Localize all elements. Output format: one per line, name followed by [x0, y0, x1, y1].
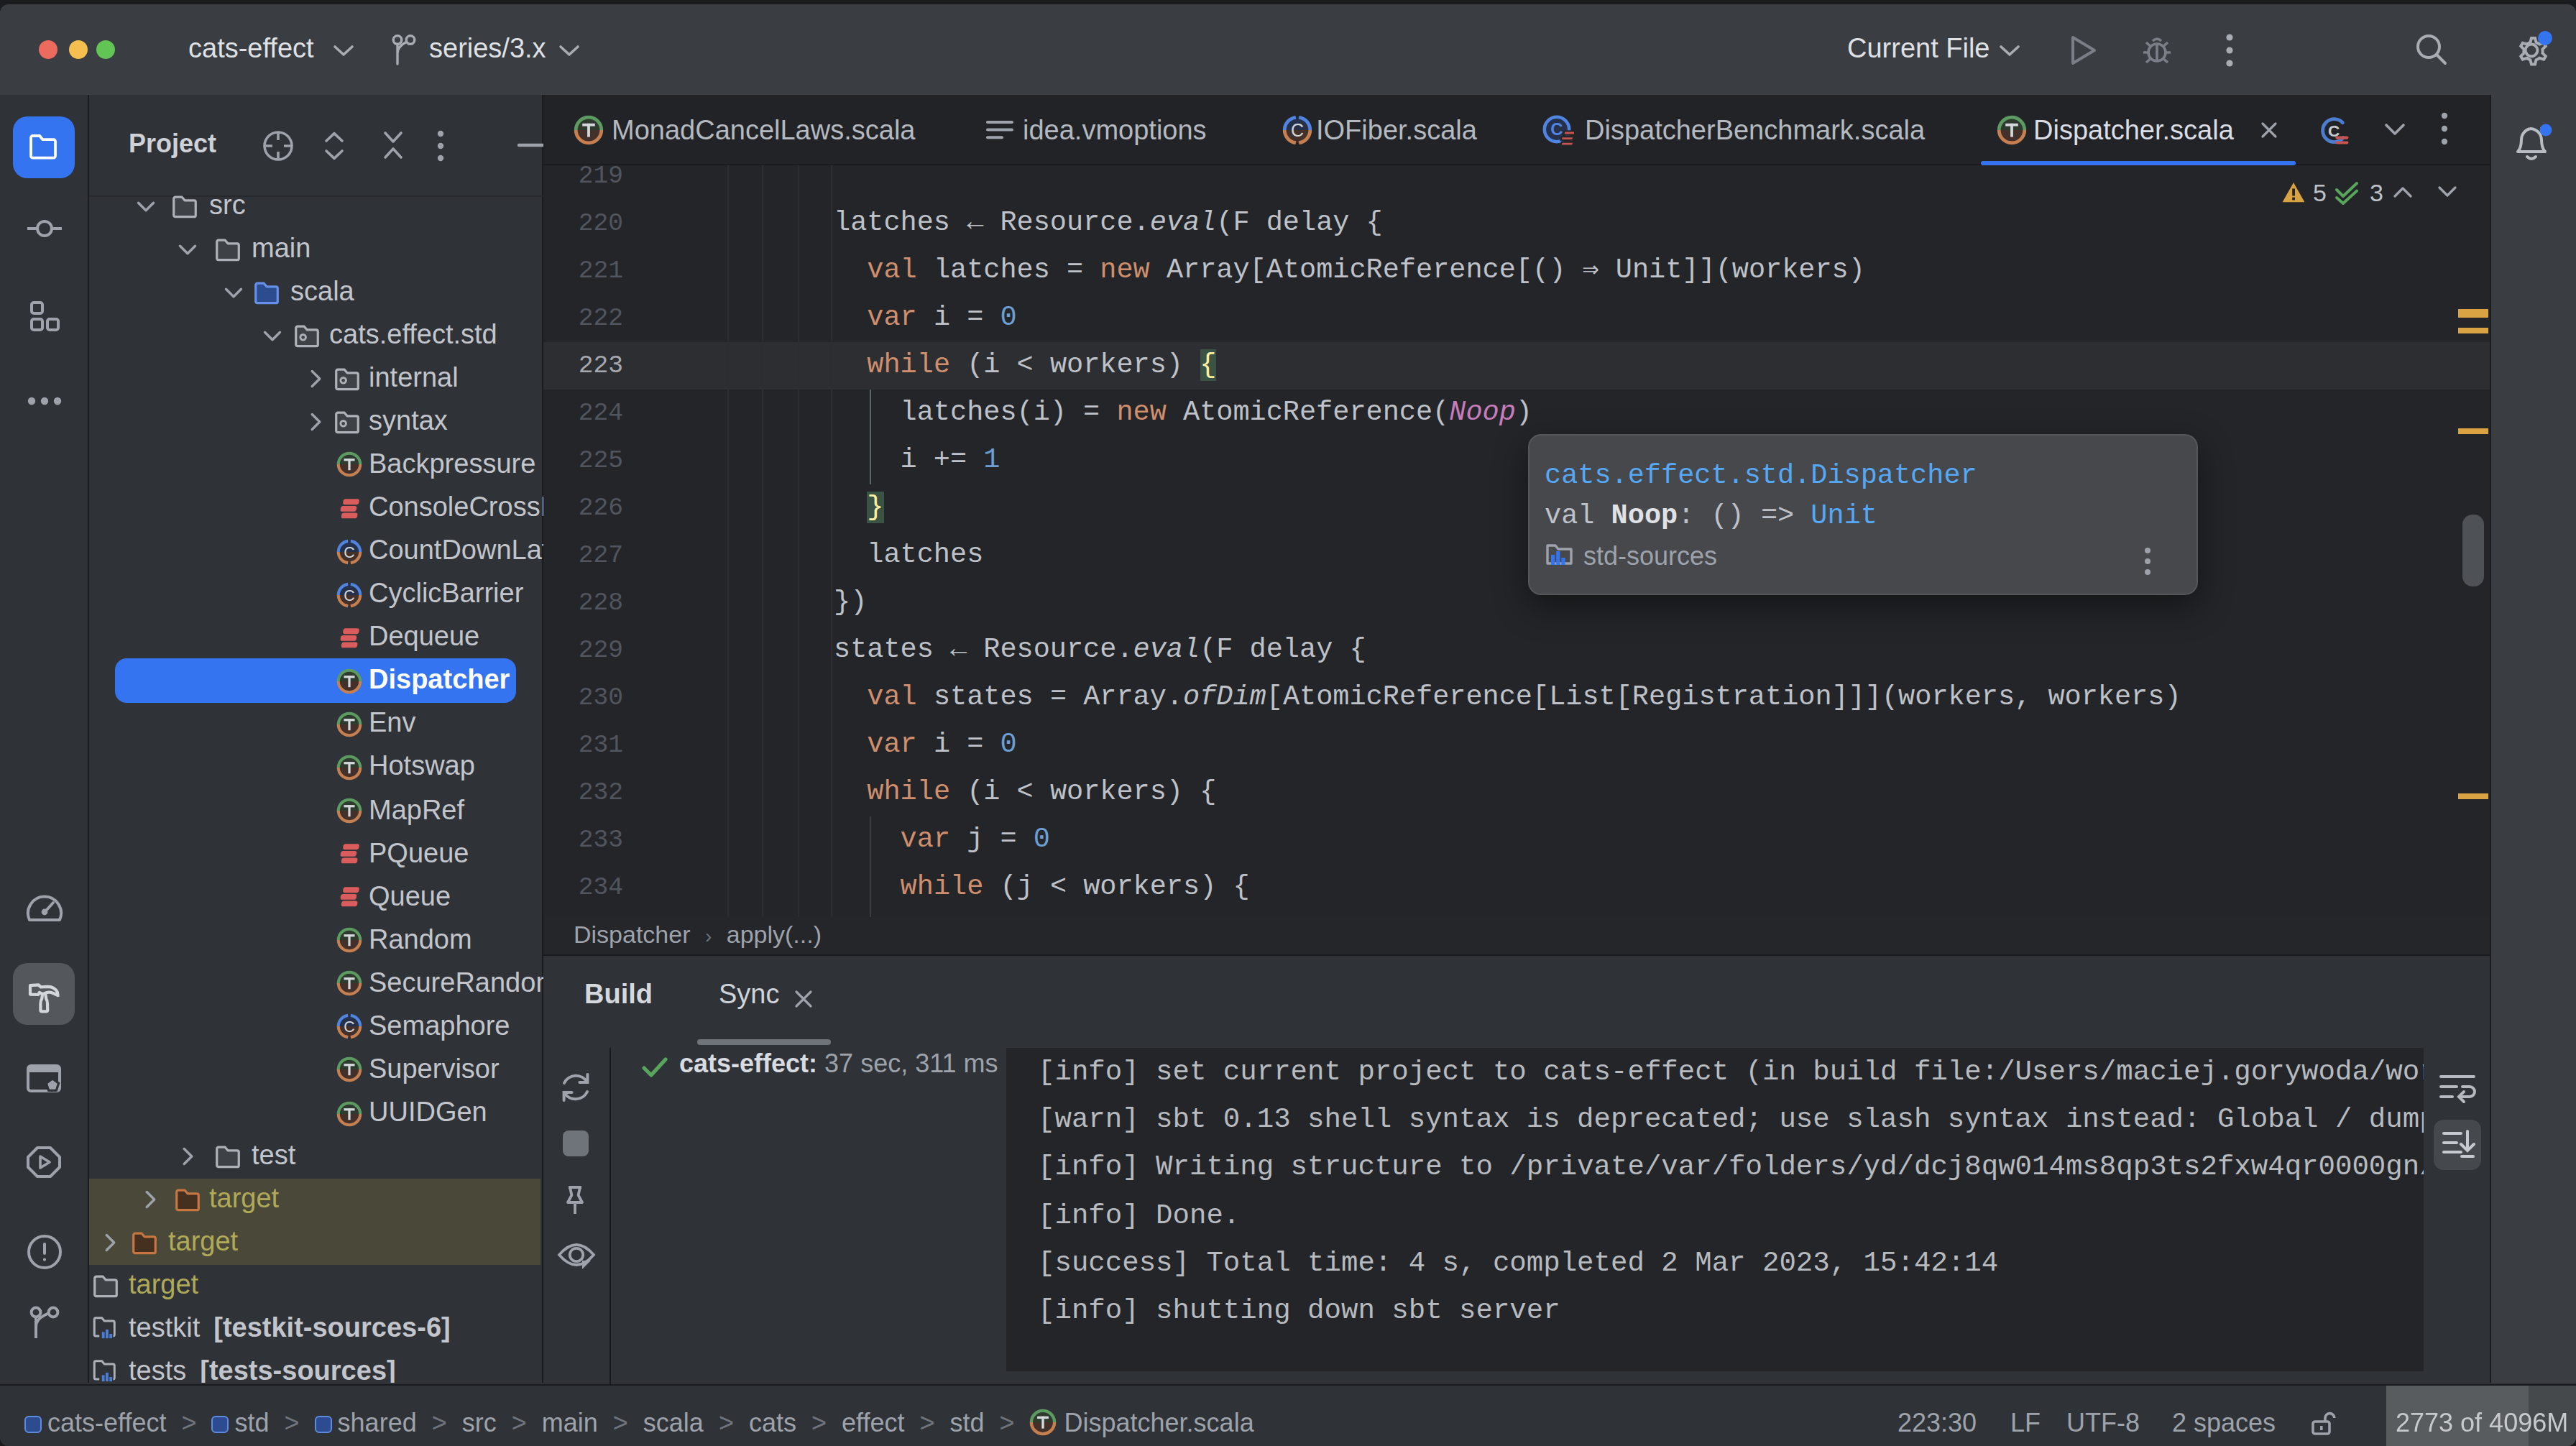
- svg-text:C: C: [1550, 119, 1563, 139]
